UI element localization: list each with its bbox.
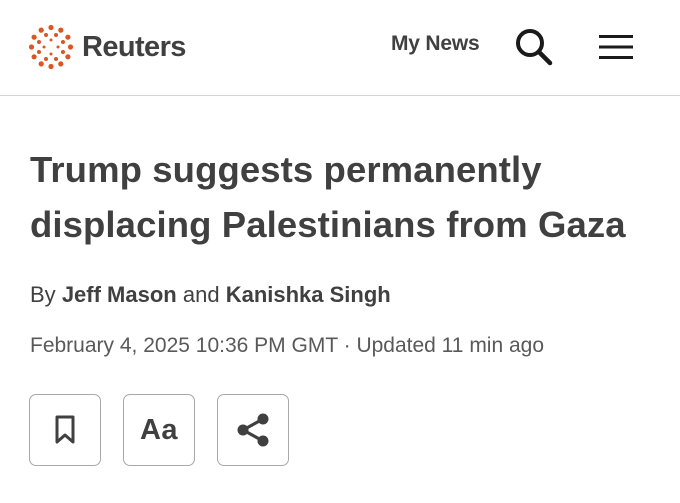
byline: By Jeff Mason and Kanishka Singh	[30, 282, 391, 308]
search-button[interactable]	[514, 27, 554, 67]
brand-name: Reuters	[82, 30, 186, 63]
article-actions: Aa	[29, 394, 289, 466]
byline-conjunction: and	[182, 282, 220, 307]
author-link-1[interactable]: Jeff Mason	[62, 282, 177, 307]
site-header: Reuters My News	[0, 0, 680, 96]
bookmark-icon	[55, 415, 75, 444]
article-headline: Trump suggests permanently displacing Pa…	[30, 149, 626, 245]
text-size-button[interactable]: Aa	[123, 394, 195, 466]
reuters-logo[interactable]: Reuters	[28, 22, 186, 72]
reuters-logo-icon	[28, 24, 74, 70]
updated-time: Updated 11 min ago	[356, 334, 545, 357]
text-size-label: Aa	[139, 413, 179, 446]
dateline: February 4, 2025 10:36 PM GMT · Updated …	[30, 334, 544, 358]
share-button[interactable]	[217, 394, 289, 466]
hamburger-menu-icon	[599, 35, 633, 59]
menu-button[interactable]	[598, 33, 634, 61]
author-link-2[interactable]: Kanishka Singh	[226, 282, 391, 307]
my-news-link[interactable]: My News	[391, 32, 480, 56]
share-icon	[237, 413, 269, 447]
byline-prefix: By	[30, 282, 56, 307]
published-time: February 4, 2025 10:36 PM GMT	[30, 334, 338, 357]
bookmark-button[interactable]	[29, 394, 101, 466]
dateline-separator: ·	[343, 334, 351, 357]
search-icon	[516, 29, 553, 66]
